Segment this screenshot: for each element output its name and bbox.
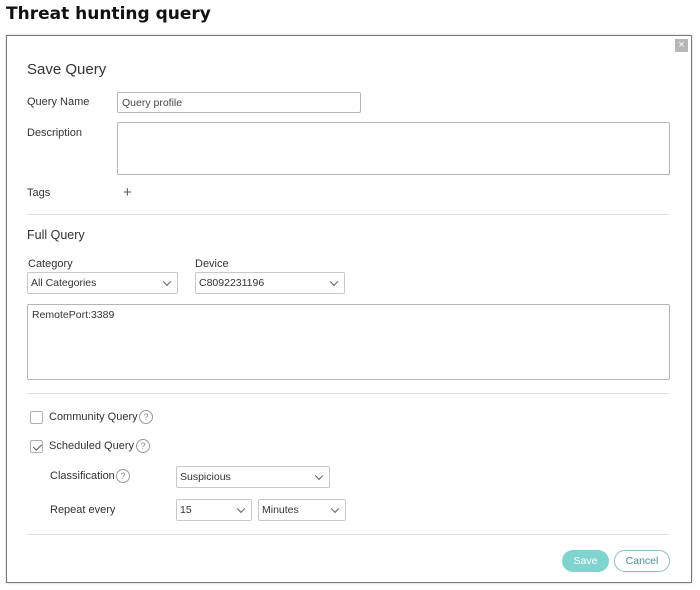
add-tag-icon[interactable]: + <box>123 185 132 200</box>
classification-label: Classification <box>50 470 115 482</box>
scheduled-query-checkbox[interactable] <box>30 440 43 453</box>
cancel-button[interactable]: Cancel <box>614 550 670 572</box>
chevron-down-icon <box>330 504 340 514</box>
query-textarea[interactable]: RemotePort:3389 <box>27 304 670 380</box>
scheduled-query-label: Scheduled Query <box>49 440 134 452</box>
repeat-every-label: Repeat every <box>50 504 116 516</box>
device-select[interactable]: C8092231196 <box>195 272 345 294</box>
device-selected-value: C8092231196 <box>199 277 265 289</box>
divider <box>27 534 669 535</box>
divider <box>27 214 669 215</box>
repeat-unit-value: Minutes <box>262 504 299 516</box>
classification-selected-value: Suspicious <box>180 471 231 483</box>
help-icon[interactable]: ? <box>136 439 150 453</box>
repeat-unit-select[interactable]: Minutes <box>258 499 346 521</box>
chevron-down-icon <box>236 504 246 514</box>
save-button[interactable]: Save <box>562 550 609 572</box>
category-select[interactable]: All Categories <box>27 272 178 294</box>
close-icon[interactable]: × <box>675 39 688 52</box>
help-icon[interactable]: ? <box>139 410 153 424</box>
description-textarea[interactable] <box>117 122 670 175</box>
query-name-input[interactable] <box>117 92 361 113</box>
save-query-dialog: × Save Query Query Name Description Tags… <box>6 35 692 583</box>
query-name-label: Query Name <box>27 96 90 108</box>
category-label: Category <box>28 258 73 270</box>
repeat-interval-select[interactable]: 15 <box>176 499 252 521</box>
page-heading: Threat hunting query <box>6 4 211 24</box>
community-query-checkbox[interactable] <box>30 411 43 424</box>
classification-select[interactable]: Suspicious <box>176 466 330 488</box>
dialog-title: Save Query <box>27 61 107 78</box>
community-query-label: Community Query <box>49 411 138 423</box>
device-label: Device <box>195 258 229 270</box>
full-query-title: Full Query <box>27 228 85 242</box>
category-selected-value: All Categories <box>31 277 97 289</box>
help-icon[interactable]: ? <box>116 469 130 483</box>
description-label: Description <box>27 127 83 139</box>
repeat-interval-value: 15 <box>180 504 192 516</box>
tags-label: Tags <box>27 187 51 199</box>
chevron-down-icon <box>329 277 339 287</box>
chevron-down-icon <box>314 471 324 481</box>
chevron-down-icon <box>162 277 172 287</box>
divider <box>27 393 669 394</box>
